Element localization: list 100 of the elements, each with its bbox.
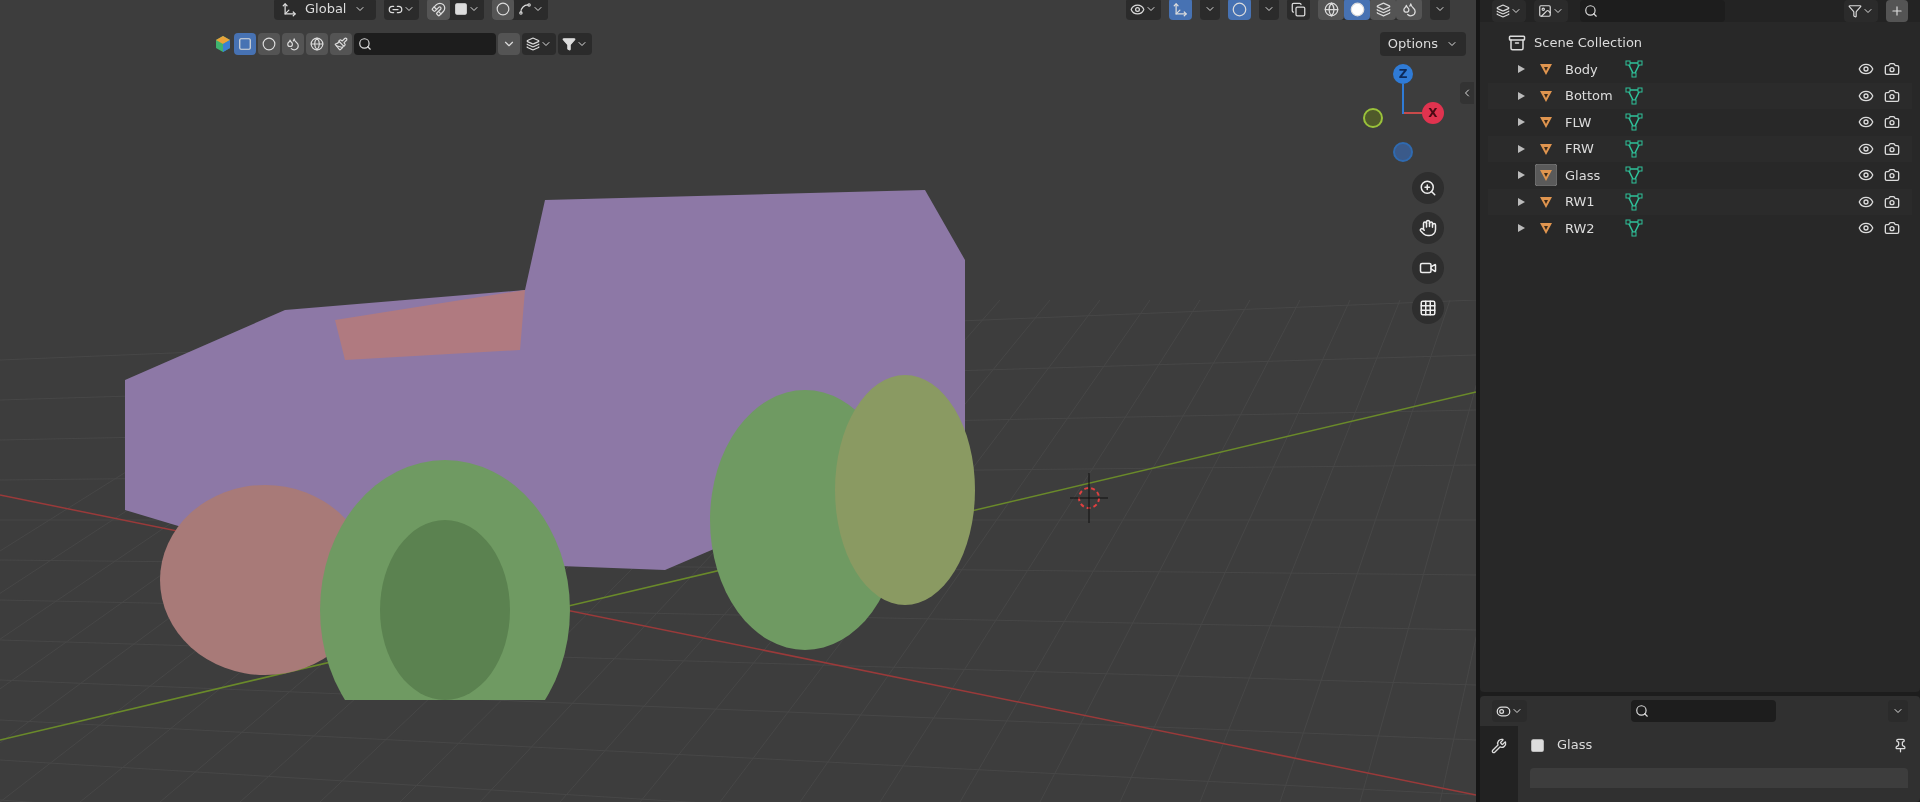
camera-icon[interactable] [1884,87,1900,104]
texture-icon [286,37,300,51]
shading-mode-button[interactable] [1344,0,1370,20]
mesh-data-icon [1625,219,1643,238]
shading-dropdown[interactable] [1430,0,1450,20]
pivot-point-dropdown[interactable] [384,0,419,20]
sidebar-toggle[interactable] [1460,82,1474,104]
zoom-icon [1419,179,1437,197]
mesh-data-icon [1625,60,1643,79]
overlays-icon [1232,1,1247,17]
square-icon [454,2,468,16]
mesh-data-icon [1625,139,1643,158]
visibility-dropdown[interactable] [1126,0,1161,20]
camera-icon[interactable] [1884,140,1900,157]
camera-icon[interactable] [1884,167,1900,184]
sort-toggle[interactable] [498,33,520,55]
3d-cursor-icon [1070,473,1108,523]
hand-icon [1419,219,1437,237]
y-axis-handle[interactable] [1363,108,1383,128]
wrench-icon[interactable] [1491,738,1507,754]
search-field[interactable] [1631,700,1776,722]
shading-icon [1375,1,1391,17]
image-stack-icon [1538,4,1552,18]
gizmo-icon [1173,1,1188,17]
mesh-data-icon [1625,113,1643,132]
toggle-icon [1496,703,1511,719]
world-filter-button[interactable] [306,33,328,55]
snap-toggle[interactable] [427,0,450,20]
perspective-toggle[interactable] [1412,292,1444,324]
collection-icon [1508,34,1526,52]
view-layer-dropdown[interactable] [1534,0,1568,22]
filter-dropdown[interactable] [558,33,592,55]
filter-icon [562,37,576,51]
brush-icon [334,37,348,51]
options-dropdown[interactable]: Options [1379,32,1466,56]
object-name: FRW [1565,140,1595,158]
expand-arrow-icon[interactable] [1518,65,1525,74]
object-name: FLW [1565,113,1593,132]
collection-label: Scene Collection [1534,34,1643,53]
options-dropdown[interactable] [1888,700,1908,722]
filter-icon [1848,4,1862,18]
eye-icon [1130,1,1145,17]
object-name: Glass [1557,736,1593,755]
overlays-dropdown[interactable] [1259,0,1279,20]
object-icon [238,37,252,51]
negative-z-axis-handle[interactable] [1393,142,1413,162]
x-ray-icon [1291,1,1306,17]
transform-orientation-dropdown[interactable]: Global [274,0,376,20]
expand-arrow-icon[interactable] [1518,197,1525,206]
gizmo-dropdown[interactable] [1200,0,1220,20]
grid-icon [1419,299,1437,317]
shading-mode-button[interactable] [1396,0,1422,20]
camera-icon[interactable] [1884,193,1900,210]
new-collection-button[interactable] [1886,0,1908,22]
camera-view-button[interactable] [1412,252,1444,284]
pan-button[interactable] [1412,212,1444,244]
gizmo-toggle[interactable] [1169,0,1192,20]
expand-arrow-icon[interactable] [1518,224,1525,233]
camera-icon[interactable] [1884,114,1900,131]
filter-dropdown[interactable] [1844,0,1878,22]
world-icon [310,37,324,51]
mesh-data-icon [1625,192,1643,211]
material-filter-button[interactable] [258,33,280,55]
expand-arrow-icon[interactable] [1518,118,1525,127]
search-icon [1635,704,1649,718]
brush-filter-button[interactable] [330,33,352,55]
mesh-data-icon [1625,86,1643,105]
x-axis-handle[interactable]: X [1422,102,1444,124]
object-filter-button[interactable] [234,33,256,55]
mesh-data-icon [1625,166,1643,185]
object-name: Bottom [1565,87,1614,105]
expand-arrow-icon[interactable] [1518,91,1525,100]
expand-arrow-icon[interactable] [1518,171,1525,180]
texture-filter-button[interactable] [282,33,304,55]
object-name: RW1 [1565,193,1596,211]
shading-icon [1349,1,1365,17]
camera-icon[interactable] [1884,61,1900,78]
pin-icon[interactable] [1893,737,1908,753]
plus-icon [1890,4,1904,18]
expand-arrow-icon[interactable] [1518,144,1525,153]
object-name: Body [1565,60,1599,79]
shading-mode-button[interactable] [1318,0,1344,20]
proportional-editing-toggle[interactable] [492,0,514,20]
material-icon [262,37,276,51]
camera-icon[interactable] [1884,220,1900,237]
editor-type-dropdown[interactable] [1492,700,1527,722]
shading-mode-button[interactable] [1370,0,1396,20]
search-field[interactable] [1580,0,1725,22]
color-cube-icon [214,35,232,53]
x-ray-toggle[interactable] [1287,0,1310,20]
object-icon [1530,737,1545,753]
shading-icon [1323,1,1339,17]
object-name: RW2 [1565,219,1596,238]
search-field[interactable] [354,33,496,55]
overlays-toggle[interactable] [1228,0,1251,20]
display-mode-dropdown[interactable] [522,33,556,55]
zoom-button[interactable] [1412,172,1444,204]
shading-icon [1401,1,1417,17]
display-mode-dropdown[interactable] [1492,0,1526,22]
circle-icon [496,2,510,16]
